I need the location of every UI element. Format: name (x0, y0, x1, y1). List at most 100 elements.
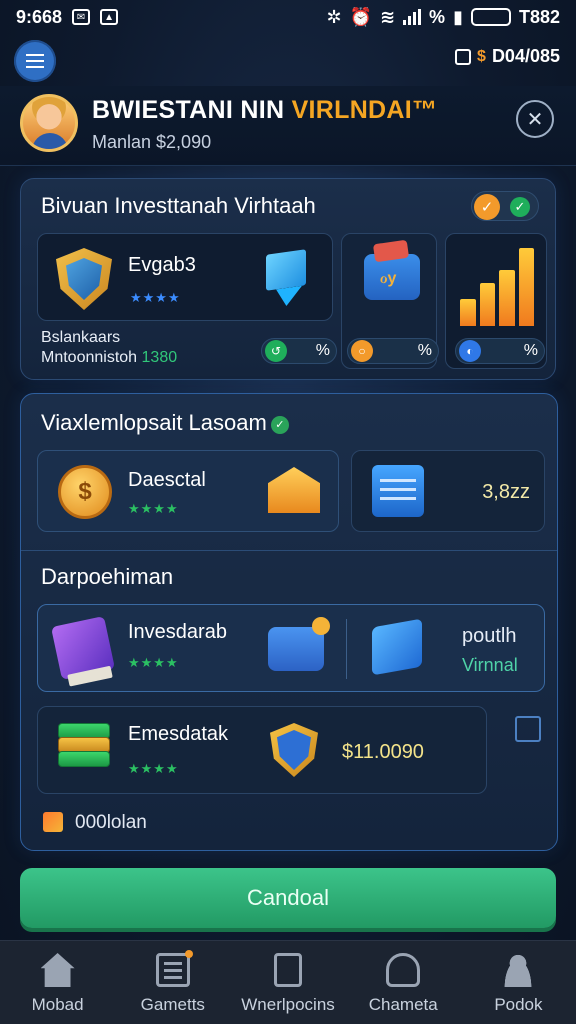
coin-card[interactable]: $ Daesctal ★★★★ (37, 450, 339, 532)
nav-label: Podok (494, 995, 543, 1014)
savings-value: $11.0090 (342, 741, 424, 763)
shield-icon (56, 248, 112, 310)
investment-summary-panel: Bivuan Investtanah Virhtaah ✓ ✓ Evgab3 ★… (20, 178, 556, 380)
half-circle-icon: ◐ (459, 340, 481, 362)
nav-label: Chameta (368, 995, 438, 1014)
bar-chart-icon (460, 248, 534, 326)
pill-1-text: % (315, 342, 330, 359)
signal-percent: % (429, 6, 446, 27)
circle-icon: ○ (351, 340, 373, 362)
cart-icon (386, 953, 421, 987)
battery-icon (470, 8, 511, 26)
divider (346, 619, 347, 679)
cube-icon (266, 249, 306, 291)
nav-label: Wnerlpocins (241, 995, 335, 1014)
shield-icon (270, 723, 318, 777)
verified-icon: ✓ (270, 416, 289, 434)
card-name: Daesctal (128, 469, 206, 491)
stat-pill-3[interactable]: ◐ % (455, 338, 545, 364)
savings-card[interactable]: Emesdatak ★★★★ $11.0090 (37, 706, 487, 794)
nav-item-profile[interactable]: Podok (461, 941, 576, 1024)
settings-button[interactable]: ✕ (516, 100, 554, 138)
briefcase-icon (364, 254, 420, 300)
money-stack-icon (58, 723, 110, 777)
vibrate-icon: ✲ (326, 6, 342, 27)
stat-pill-1[interactable]: ↺ % (261, 338, 337, 364)
status-right-text: T882 (518, 6, 560, 27)
image-notification-icon: ▲ (100, 9, 119, 25)
app-title-accent: VIRLNDAI™ (291, 96, 438, 124)
primary-action-button[interactable]: Candoal (20, 868, 556, 928)
status-time: 9:668 (16, 6, 63, 27)
refresh-icon: ↺ (265, 340, 287, 362)
nav-label: Mobad (31, 995, 84, 1014)
card-name: Emesdatak (128, 723, 229, 745)
notification-icon: ✉ (72, 9, 91, 25)
investment-card[interactable]: Invesdarab ★★★★ poutlh Virnnal (37, 604, 545, 692)
footer-value: Mntoonnistoh 1380 (41, 349, 177, 367)
avatar[interactable] (20, 94, 78, 152)
user-icon (501, 953, 536, 987)
home-icon (40, 953, 75, 987)
bottom-navigation: Mobad Gametts Wnerlpocins Chameta Podok (0, 940, 576, 1024)
document-icon (274, 953, 302, 987)
coin-icon: $ (58, 465, 112, 519)
check-orange-icon: ✓ (474, 194, 500, 220)
nav-item-documents[interactable]: Wnerlpocins (230, 941, 345, 1024)
list-icon (155, 950, 193, 987)
notebook-icon (372, 465, 424, 517)
footer-text: 000lolan (75, 812, 147, 833)
wallet-icon (268, 617, 330, 671)
menu-button[interactable] (14, 40, 56, 82)
nav-label: Gametts (140, 995, 205, 1014)
app-title: BWIESTANI NIN VIRLNDAI™ (92, 96, 437, 125)
nav-item-home[interactable]: Mobad (0, 941, 115, 1024)
card-name: Evgab3 (128, 254, 196, 276)
portfolio-section (21, 550, 557, 850)
coin-icon: $ (477, 47, 486, 65)
check-green-icon: ✓ (510, 197, 530, 217)
top-balance[interactable]: $ D04/085 (455, 46, 560, 67)
panel-toggle[interactable]: ✓ ✓ (471, 191, 539, 221)
pill-3-text: % (523, 342, 538, 359)
bar-3 (499, 269, 515, 326)
hamburger-icon (26, 54, 44, 68)
battery-small-icon: ▮ (453, 6, 463, 27)
panel2-title-text: Viaxlemlopsait Lasoam (41, 410, 267, 435)
investment-status: Virnnal (462, 655, 518, 675)
status-bar: 9:668 ✉ ▲ ✲ ⏰ ≋ % ▮ T882 (0, 0, 576, 34)
edit-icon[interactable] (515, 716, 541, 742)
rating-stars: ★★★★ (128, 761, 179, 776)
bar-2 (479, 283, 495, 326)
app-title-main: BWIESTANI NIN (92, 96, 292, 124)
panel-title: Bivuan Investtanah Virhtaah (41, 193, 316, 218)
account-balance: Manlan $2,090 (92, 132, 212, 152)
stat-pill-2[interactable]: ○ % (347, 338, 439, 364)
bar-4 (518, 248, 534, 326)
footer-value-number: 1380 (141, 349, 178, 366)
wallet-icon (455, 48, 472, 65)
rating-stars: ★★★★ (130, 290, 181, 305)
nav-item-games[interactable]: Gametts (115, 941, 230, 1024)
footer-value-prefix: Mntoonnistoh (41, 349, 142, 366)
top-balance-text: D04/085 (491, 46, 560, 66)
growth-house-icon (268, 467, 320, 513)
shield-card[interactable]: Evgab3 ★★★★ (37, 233, 333, 321)
compass-icon: ✕ (526, 108, 544, 131)
calendar-value: 3,8zz (482, 481, 530, 503)
section-title: Darpoehiman (41, 564, 174, 589)
wifi-icon: ≋ (379, 6, 396, 27)
bar-1 (460, 298, 476, 326)
card-name: Invesdarab (128, 621, 227, 643)
panel-title: Viaxlemlopsait Lasoam ✓ (41, 410, 289, 436)
rating-stars: ★★★★ (128, 501, 179, 516)
app-header: BWIESTANI NIN VIRLNDAI™ Manlan $2,090 ✕ (0, 86, 576, 166)
pill-2-text: % (417, 342, 432, 359)
signal-icon (403, 9, 422, 25)
calendar-card[interactable]: 3,8zz (351, 450, 545, 532)
cube-icon (372, 618, 422, 676)
investment-label: poutlh (462, 625, 517, 647)
rating-stars: ★★★★ (128, 655, 179, 670)
folder-icon (43, 812, 63, 832)
nav-item-cart[interactable]: Chameta (346, 941, 461, 1024)
